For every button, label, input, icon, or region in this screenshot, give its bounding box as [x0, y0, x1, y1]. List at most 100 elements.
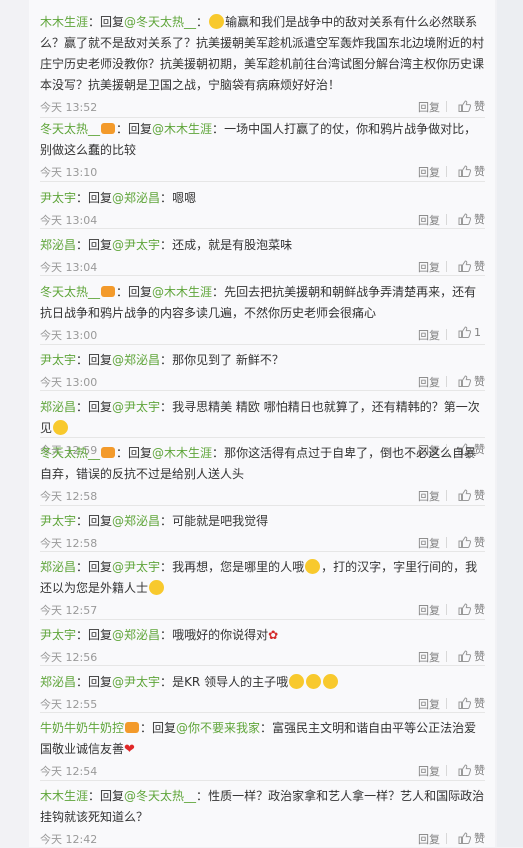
reply-prefix: ：回复 — [76, 353, 113, 367]
rose-icon: ✿ — [268, 628, 279, 642]
like-button[interactable]: 赞 — [458, 830, 485, 846]
mention-link[interactable]: @尹太宇 — [112, 560, 160, 574]
divider — [446, 376, 447, 387]
reply-button[interactable]: 回复 — [418, 374, 440, 390]
thumbs-up-icon — [458, 165, 472, 177]
comment-author[interactable]: 尹太宇 — [40, 628, 76, 642]
mention-link[interactable]: @郑泌昌 — [112, 353, 160, 367]
reply-button[interactable]: 回复 — [418, 831, 440, 847]
mention-link[interactable]: @你不要来我家 — [176, 721, 260, 735]
reply-prefix: ：回复 — [76, 191, 113, 205]
mention-link[interactable]: @冬天太热__ — [124, 15, 196, 29]
emoji-icon — [305, 559, 321, 574]
reply-prefix: ：回复 — [140, 721, 177, 735]
reply-button[interactable]: 回复 — [418, 602, 440, 618]
mention-link[interactable]: @郑泌昌 — [112, 191, 160, 205]
reply-button[interactable]: 回复 — [418, 649, 440, 665]
comment-item: 木木生涯：回复@冬天太热__： 输赢和我们是战争中的敌对关系有什么必然联系么？赢了… — [40, 12, 485, 118]
reply-prefix: ：回复 — [76, 238, 113, 252]
divider — [446, 329, 447, 340]
emoji-icon — [53, 420, 69, 435]
reply-prefix: ：回复 — [116, 122, 153, 136]
comment-author[interactable]: 尹太宇 — [40, 514, 76, 528]
like-button[interactable]: 赞 — [458, 695, 485, 711]
comment-time: 今天 12:56 — [40, 651, 98, 664]
reply-button[interactable]: 回复 — [418, 327, 440, 343]
like-count: 1 — [474, 326, 481, 339]
divider — [446, 604, 447, 615]
comment-author[interactable]: 郑泌昌 — [40, 238, 76, 252]
reply-button[interactable]: 回复 — [418, 212, 440, 228]
comment-author[interactable]: 冬天太热__ — [40, 122, 100, 136]
thumbs-up-icon — [458, 536, 472, 548]
mention-link[interactable]: @尹太宇 — [112, 400, 160, 414]
divider — [446, 537, 447, 548]
side-strip — [497, 0, 523, 847]
like-button[interactable]: 赞 — [458, 601, 485, 617]
mention-sep: ： — [212, 446, 225, 460]
reply-prefix: ：回复 — [88, 789, 125, 803]
like-button[interactable]: 赞 — [458, 762, 485, 778]
like-button[interactable]: 赞 — [458, 258, 485, 274]
thumbs-up-icon — [458, 489, 472, 501]
comment-item: 冬天太热__ ：回复@木木生涯：那你这活得有点过于自卑了，倒也不必这么自暴自弃，错… — [40, 443, 485, 506]
comment-item: 郑泌昌：回复@尹太宇：我再想，您是哪里的人哦 ，打的汉字，字里行间的，我还以为您是… — [40, 557, 485, 620]
reply-button[interactable]: 回复 — [418, 99, 440, 115]
like-count: 赞 — [474, 603, 485, 616]
comment-author[interactable]: 郑泌昌 — [40, 675, 76, 689]
comment-author[interactable]: 木木生涯 — [40, 789, 88, 803]
reply-button[interactable]: 回复 — [418, 164, 440, 180]
mention-link[interactable]: @郑泌昌 — [112, 514, 160, 528]
comment-author[interactable]: 牛奶牛奶牛奶控 — [40, 721, 124, 735]
mention-link[interactable]: @木木生涯 — [152, 446, 212, 460]
comment-author[interactable]: 冬天太热__ — [40, 446, 100, 460]
mention-link[interactable]: @郑泌昌 — [112, 628, 160, 642]
comment-time: 今天 12:57 — [40, 604, 98, 617]
mention-link[interactable]: @尹太宇 — [112, 675, 160, 689]
thumbs-up-icon — [458, 697, 472, 709]
comment-author[interactable]: 郑泌昌 — [40, 560, 76, 574]
like-button[interactable]: 赞 — [458, 211, 485, 227]
comment-item: 冬天太热__ ：回复@木木生涯：先回去把抗美援朝和朝鲜战争弄清楚再来，还有抗日战争… — [40, 282, 485, 345]
like-button[interactable]: 赞 — [458, 163, 485, 179]
mention-link[interactable]: @木木生涯 — [152, 122, 212, 136]
like-count: 赞 — [474, 100, 485, 113]
like-button[interactable]: 赞 — [458, 648, 485, 664]
mention-link[interactable]: @冬天太热__ — [124, 789, 196, 803]
like-button[interactable]: 赞 — [458, 534, 485, 550]
reply-prefix: ：回复 — [76, 560, 113, 574]
comment-author[interactable]: 郑泌昌 — [40, 400, 76, 414]
mention-link[interactable]: @尹太宇 — [112, 238, 160, 252]
mention-link[interactable]: @木木生涯 — [152, 285, 212, 299]
comment-time: 今天 12:58 — [40, 490, 98, 503]
reply-button[interactable]: 回复 — [418, 488, 440, 504]
member-badge-icon — [101, 123, 116, 134]
comment-time: 今天 12:58 — [40, 537, 98, 550]
like-button[interactable]: 1 — [458, 326, 481, 339]
thumbs-up-icon — [458, 764, 472, 776]
thumbs-up-icon — [458, 260, 472, 272]
reply-button[interactable]: 回复 — [418, 696, 440, 712]
reply-button[interactable]: 回复 — [418, 535, 440, 551]
comment-time: 今天 13:04 — [40, 261, 98, 274]
reply-button[interactable]: 回复 — [418, 763, 440, 779]
comment-time: 今天 12:42 — [40, 833, 98, 846]
reply-prefix: ：回复 — [76, 628, 113, 642]
like-button[interactable]: 赞 — [458, 373, 485, 389]
comment-author[interactable]: 尹太宇 — [40, 191, 76, 205]
like-button[interactable]: 赞 — [458, 487, 485, 503]
member-badge-icon — [125, 722, 140, 733]
comment-item: 木木生涯：回复@冬天太热__：性质一样？政治家拿和艺人拿一样？艺人和国际政治挂钩… — [40, 786, 485, 846]
comment-author[interactable]: 尹太宇 — [40, 353, 76, 367]
like-button[interactable]: 赞 — [458, 98, 485, 114]
emoji-icon — [306, 674, 322, 689]
comment-author[interactable]: 木木生涯 — [40, 15, 88, 29]
reply-button[interactable]: 回复 — [418, 259, 440, 275]
like-count: 赞 — [474, 489, 485, 502]
like-count: 赞 — [474, 697, 485, 710]
comment-time: 今天 12:55 — [40, 698, 98, 711]
like-count: 赞 — [474, 375, 485, 388]
like-count: 赞 — [474, 764, 485, 777]
comment-author[interactable]: 冬天太热__ — [40, 285, 100, 299]
mention-sep: ： — [160, 560, 173, 574]
